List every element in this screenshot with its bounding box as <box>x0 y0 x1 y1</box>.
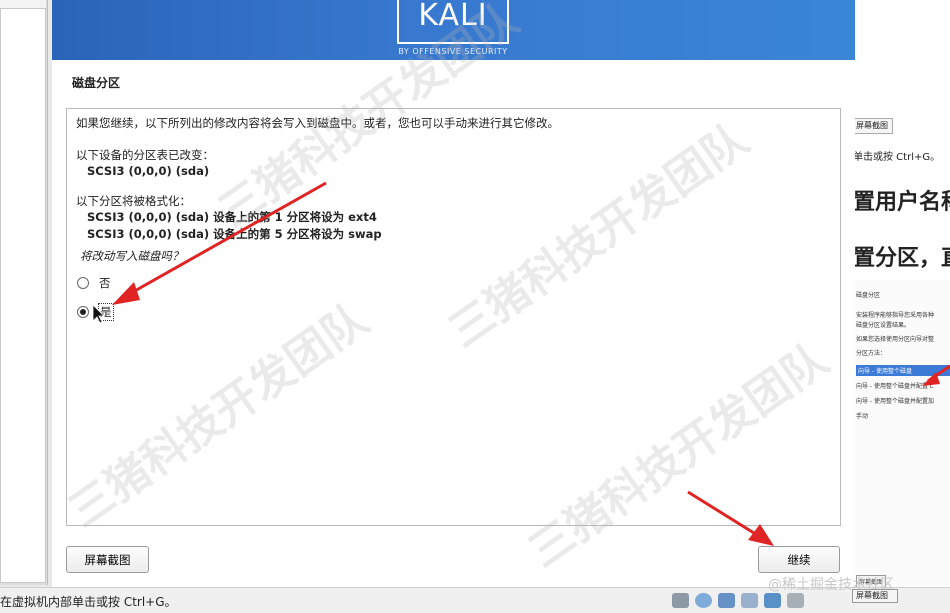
radio-no-label[interactable]: 否 <box>99 275 111 291</box>
sound-icon[interactable] <box>764 593 781 608</box>
continue-button[interactable]: 继续 <box>758 546 840 573</box>
host-heading-username: 置用户名称 <box>855 190 950 215</box>
host-left-panel <box>0 0 48 585</box>
mini-line: 手动 <box>856 413 869 420</box>
host-left-strip <box>0 0 46 8</box>
mini-line: 磁盘分区设置结果。 <box>856 322 911 329</box>
kali-logo-text: KALI <box>418 0 488 33</box>
mini-line: 磁盘分区 <box>856 292 881 299</box>
format-item-2: SCSI3 (0,0,0) (sda) 设备上的第 5 分区将设为 swap <box>87 227 382 241</box>
kali-banner: KALI BY OFFENSIVE SECURITY <box>52 0 855 60</box>
host-left-list <box>0 8 46 583</box>
mini-line: 如果您选择使用分区向导对整 <box>856 336 935 343</box>
mini-line: 向导 - 使用整个磁盘并配置加 <box>856 398 934 405</box>
partition-summary-box: 如果您继续，以下所列出的修改内容将会写入到磁盘中。或者，您也可以手动来进行其它修… <box>66 108 841 526</box>
radio-option-yes[interactable]: 是 <box>77 303 114 321</box>
host-hint-text: 单击或按 Ctrl+G。 <box>855 152 941 163</box>
mini-line: 分区方法： <box>856 350 887 357</box>
status-text: 在虚拟机内部单击或按 Ctrl+G。 <box>0 595 177 609</box>
write-question: 将改动写入磁盘吗？ <box>80 249 184 263</box>
host-screenshot-button[interactable]: 屏幕截图 <box>855 118 893 134</box>
radio-yes-label[interactable]: 是 <box>98 303 114 321</box>
kali-logo-subtitle: BY OFFENSIVE SECURITY <box>398 47 508 56</box>
mini-screenshot: 磁盘分区 安装程序能够指导您采用各种 磁盘分区设置结果。 如果您选择使用分区向导… <box>855 280 950 587</box>
format-item-1: SCSI3 (0,0,0) (sda) 设备上的第 1 分区将设为 ext4 <box>87 210 377 224</box>
usb-icon[interactable] <box>741 593 758 608</box>
radio-yes-button[interactable] <box>77 306 89 318</box>
mini-line: 安装程序能够指导您采用各种 <box>856 312 935 319</box>
table-changed-device: SCSI3 (0,0,0) (sda) <box>87 164 210 178</box>
intro-text: 如果您继续，以下所列出的修改内容将会写入到磁盘中。或者，您也可以手动来进行其它修… <box>76 116 559 130</box>
table-changed-label: 以下设备的分区表已改变： <box>76 148 214 162</box>
host-heading-partition: 置分区，直 <box>855 246 950 271</box>
host-bottom-screenshot-button[interactable]: 屏幕截图 <box>852 589 898 603</box>
cd-icon[interactable] <box>695 593 712 608</box>
mini-line: 向导 - 使用整个磁盘并配置 L <box>856 383 934 390</box>
hdd-icon[interactable] <box>672 593 689 608</box>
system-tray <box>672 593 804 608</box>
radio-no-button[interactable] <box>77 277 89 289</box>
mini-line-selected: 向导 - 使用整个磁盘 <box>856 365 950 376</box>
radio-option-no[interactable]: 否 <box>77 275 111 291</box>
display-icon[interactable] <box>787 593 804 608</box>
vm-window[interactable]: KALI BY OFFENSIVE SECURITY 磁盘分区 如果您继续，以下… <box>52 0 855 587</box>
host-right-panel: 屏幕截图 单击或按 Ctrl+G。 置用户名称 置分区，直 磁盘分区 安装程序能… <box>855 0 950 587</box>
screenshot-button[interactable]: 屏幕截图 <box>66 546 149 573</box>
page-title: 磁盘分区 <box>72 76 121 90</box>
format-label: 以下分区将被格式化： <box>76 194 191 208</box>
network-icon[interactable] <box>718 593 735 608</box>
kali-logo: KALI <box>397 0 509 44</box>
